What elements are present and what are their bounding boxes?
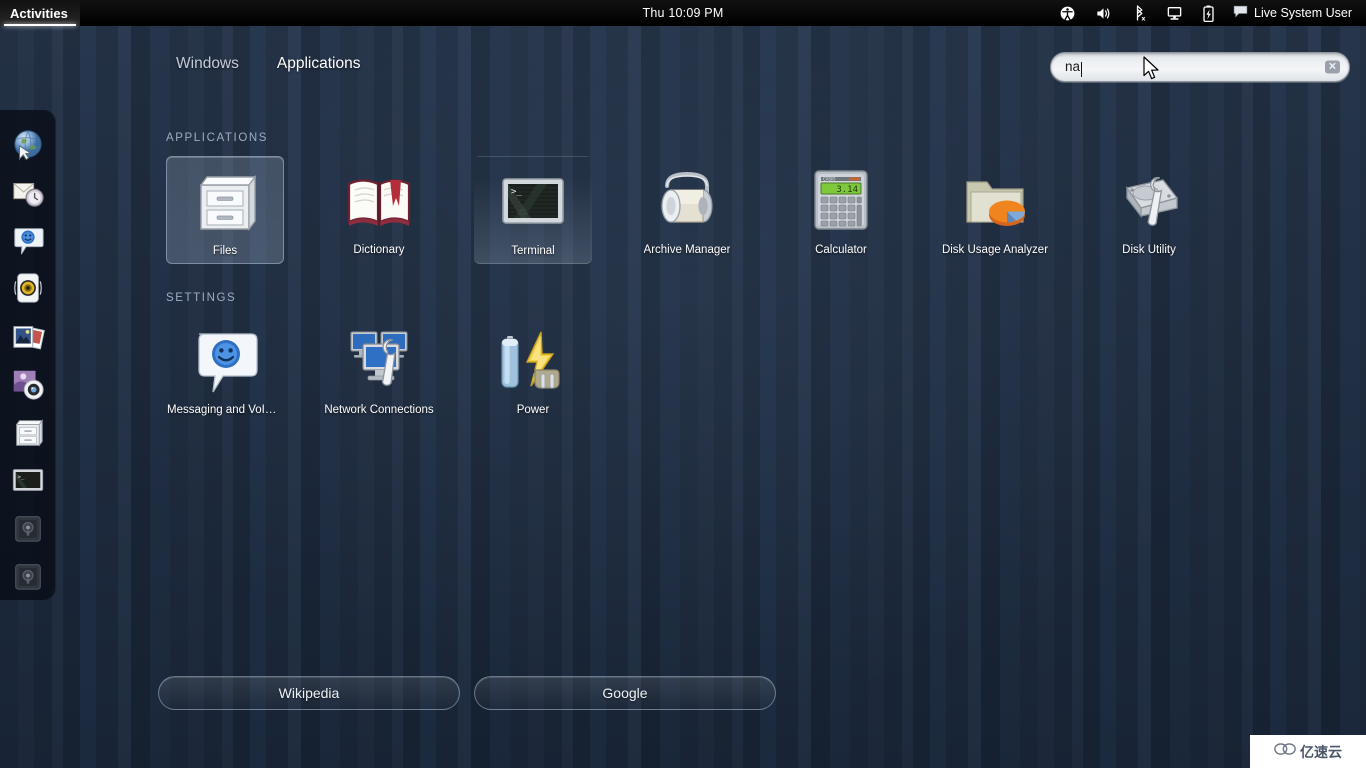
search-provider-buttons: Wikipedia Google: [158, 676, 776, 710]
calculator-icon: CASIO 3.14: [805, 164, 877, 236]
dash-item-photo-manager[interactable]: [0, 312, 56, 360]
svg-text:CASIO: CASIO: [823, 177, 835, 182]
tab-windows[interactable]: Windows: [170, 52, 245, 76]
music-player-icon: [11, 271, 45, 305]
messaging-bubble-icon: [189, 324, 261, 396]
web-browser-icon: [11, 127, 45, 161]
calculator-display-value: 3.14: [836, 185, 858, 195]
settings-grid: Messaging and VoIP A... Network Connecti…: [166, 316, 1326, 422]
dash-item-web-browser[interactable]: [0, 120, 56, 168]
app-tile-files[interactable]: Files: [166, 156, 284, 264]
vault-app-icon: [11, 511, 45, 545]
accessibility-icon[interactable]: [1050, 0, 1085, 26]
photo-manager-icon: [11, 319, 45, 353]
app-tile-network-connections[interactable]: Network Connections: [320, 316, 438, 422]
app-tile-messaging-voip[interactable]: Messaging and VoIP A...: [166, 316, 284, 422]
search-provider-google[interactable]: Google: [474, 676, 776, 710]
app-label: Network Connections: [324, 404, 434, 416]
files-cabinet-icon: [189, 165, 261, 237]
app-label: Messaging and VoIP A...: [167, 404, 283, 416]
system-status-area: x Live System User: [1050, 0, 1358, 26]
top-bar: Activities Thu 10:09 PM x Live System Us…: [0, 0, 1366, 26]
search-area: na ✕: [1050, 52, 1350, 82]
app-label: Dictionary: [353, 244, 405, 256]
dash-item-video-player[interactable]: [0, 360, 56, 408]
app-tile-disk-utility[interactable]: Disk Utility: [1090, 156, 1208, 264]
volume-icon[interactable]: [1085, 0, 1122, 26]
dash-item-music-player[interactable]: [0, 264, 56, 312]
app-label: Disk Usage Analyzer: [941, 244, 1049, 256]
archive-roller-icon: [651, 164, 723, 236]
video-player-icon: [11, 367, 45, 401]
terminal-icon: >_: [11, 463, 45, 497]
clear-icon[interactable]: ✕: [1325, 60, 1340, 74]
app-tile-archive-manager[interactable]: Archive Manager: [628, 156, 746, 264]
text-caret: [1081, 61, 1083, 77]
app-tile-disk-usage-analyzer[interactable]: Disk Usage Analyzer: [936, 156, 1054, 264]
tab-applications[interactable]: Applications: [271, 52, 367, 76]
network-monitors-icon: [343, 324, 415, 396]
applications-grid: Files Dictionary >_ Terminal Archive Man…: [166, 156, 1326, 264]
watermark-logo-icon: [1274, 742, 1296, 761]
dash-item-terminal[interactable]: >_: [0, 456, 56, 504]
section-heading-settings: SETTINGS: [166, 292, 237, 304]
svg-text:>_: >_: [18, 475, 25, 481]
app-tile-calculator[interactable]: CASIO 3.14 Calculator: [782, 156, 900, 264]
app-label: Archive Manager: [643, 244, 731, 256]
dash-item-vault-app-2[interactable]: [0, 552, 56, 600]
view-selector-tabs: Windows Applications: [170, 52, 366, 76]
power-battery-icon: [497, 324, 569, 396]
activities-active-underline: [4, 24, 76, 26]
watermark: 亿速云: [1250, 735, 1366, 768]
dash-item-vault-app[interactable]: [0, 504, 56, 552]
terminal-icon: >_: [497, 165, 569, 237]
disk-usage-pie-icon: [959, 164, 1031, 236]
app-label: Terminal: [511, 245, 555, 257]
messaging-icon: [11, 223, 45, 257]
dash-item-files[interactable]: [0, 408, 56, 456]
app-tile-power[interactable]: Power: [474, 316, 592, 422]
section-applications: APPLICATIONS Files Dictionary >_ Termina…: [166, 132, 1326, 264]
mail-client-icon: [11, 175, 45, 209]
battery-charging-icon[interactable]: [1192, 0, 1225, 26]
app-label: Disk Utility: [1122, 244, 1176, 256]
section-settings: SETTINGS Messaging and VoIP A... Network…: [166, 292, 1326, 422]
dash-item-messaging[interactable]: [0, 216, 56, 264]
search-input[interactable]: na ✕: [1050, 52, 1350, 82]
app-label: Calculator: [815, 244, 867, 256]
user-name-label: Live System User: [1254, 6, 1352, 20]
chat-bubble-icon: [1233, 5, 1248, 21]
files-icon: [11, 415, 45, 449]
app-tile-dictionary[interactable]: Dictionary: [320, 156, 438, 264]
bluetooth-disabled-icon[interactable]: x: [1122, 0, 1157, 26]
user-menu-button[interactable]: Live System User: [1225, 5, 1358, 21]
dash-item-mail-client[interactable]: [0, 168, 56, 216]
dash-dock: >_: [0, 110, 56, 600]
terminal-prompt-text: >_: [511, 187, 522, 197]
search-provider-wikipedia[interactable]: Wikipedia: [158, 676, 460, 710]
search-input-value: na: [1065, 59, 1081, 74]
clock-label: Thu 10:09 PM: [642, 6, 724, 20]
app-label: Power: [516, 404, 550, 416]
app-tile-terminal[interactable]: >_ Terminal: [474, 156, 592, 264]
svg-text:x: x: [1142, 15, 1146, 21]
app-label: Files: [212, 245, 238, 257]
dictionary-book-icon: [343, 164, 415, 236]
display-icon[interactable]: [1157, 0, 1192, 26]
watermark-text: 亿速云: [1300, 743, 1342, 760]
section-heading-applications: APPLICATIONS: [166, 132, 269, 144]
vault-app-icon-2: [11, 559, 45, 593]
disk-wrench-icon: [1113, 164, 1185, 236]
search-results: APPLICATIONS Files Dictionary >_ Termina…: [166, 132, 1326, 422]
